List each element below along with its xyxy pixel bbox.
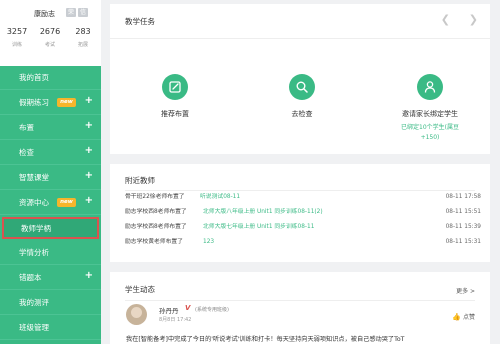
new-badge: new	[57, 198, 76, 207]
like-label: 点赞	[462, 314, 475, 321]
chevron-left-icon[interactable]: ❮	[441, 13, 450, 26]
plus-icon[interactable]: +	[85, 145, 93, 157]
menu-item-holiday-practice[interactable]: 假期练习 new +	[0, 91, 101, 115]
teacher-row: 骨干班22徐老师布置了 听说测试08-11 08-11 17:58	[125, 192, 481, 203]
menu-item-resource-center[interactable]: 资源中心 new +	[0, 191, 101, 215]
profile-card: 康励志 荣 信 3257 训练 2676 考试 283 拓展	[0, 0, 101, 62]
stat-exam[interactable]: 2676 考试	[33, 27, 67, 48]
user-name[interactable]: 康励志	[34, 9, 55, 19]
menu-item-label: 教师学柄	[21, 224, 51, 233]
plus-icon[interactable]: +	[85, 95, 93, 107]
stat-value: 2676	[39, 27, 61, 36]
timestamp: 08-11 15:39	[445, 224, 481, 230]
more-link[interactable]: 更多 >	[456, 286, 475, 295]
bind-status-line2: +150)	[420, 134, 440, 141]
avatar[interactable]	[126, 304, 147, 325]
divider	[125, 300, 475, 301]
assignment-link[interactable]: 听说测试08-11	[200, 192, 240, 203]
stat-value: 3257	[6, 27, 28, 36]
chevron-right-icon[interactable]: ❯	[469, 13, 478, 26]
menu-item-check[interactable]: 检查 +	[0, 141, 101, 165]
stat-label: 训练	[11, 42, 22, 48]
plus-icon[interactable]: +	[85, 170, 93, 182]
nearby-teachers-panel: 附近教师 骨干班22徐老师布置了 听说测试08-11 08-11 17:58 励…	[110, 164, 490, 262]
assignment-link[interactable]: 北师大版八年级上册 Unit1 同步训练08-11(2)	[203, 207, 323, 218]
assignment-link[interactable]: 北师大版七年级上册 Unit1 同步训练08-11	[203, 222, 314, 233]
stat-label: 拓展	[77, 42, 88, 48]
plus-icon[interactable]: +	[85, 120, 93, 132]
menu-item-home[interactable]: 我的首页	[0, 66, 101, 90]
panel-title: 附近教师	[125, 176, 155, 185]
menu-item-label: 学情分析	[19, 248, 49, 257]
stat-training[interactable]: 3257 训练	[0, 27, 34, 48]
task-label: 邀请家长绑定学生	[402, 110, 458, 118]
stat-extension[interactable]: 283 拓展	[66, 27, 100, 48]
teacher-action: 骨干班22徐老师布置了	[125, 194, 185, 200]
teacher-action: 励志学校黄老师布置了	[125, 239, 183, 245]
teacher-action: 励志学校西8老师布置了	[125, 209, 187, 215]
timestamp: 08-11 17:58	[445, 194, 481, 200]
person-icon[interactable]	[417, 74, 443, 100]
plus-icon[interactable]: +	[85, 270, 93, 282]
assignment-link[interactable]: 123	[203, 237, 214, 248]
student-dynamics-panel: 学生动态 更多 > 孙丹丹 V (系统专用班级) 8月8日 17:42 👍 点赞 …	[110, 272, 490, 344]
menu-item-label: 我的测评	[19, 298, 49, 307]
student-name[interactable]: 孙丹丹	[159, 305, 179, 315]
bind-status[interactable]: 已绑定10个学生(属豆 +150)	[380, 123, 480, 143]
divider	[110, 38, 490, 39]
menu-item-label: 错题本	[19, 273, 42, 282]
menu-item-class-management[interactable]: 班级管理	[0, 316, 101, 340]
menu-item-label: 资源中心	[19, 198, 49, 207]
menu-item-label: 班级管理	[19, 323, 49, 332]
teacher-row: 励志学校西8老师布置了 北师大版八年级上册 Unit1 同步训练08-11(2)…	[125, 207, 481, 218]
menu-item-label: 布置	[19, 123, 34, 132]
plus-icon[interactable]: +	[85, 195, 93, 207]
task-recommend-assign[interactable]: 推荐布置	[125, 74, 225, 119]
new-badge: new	[57, 98, 76, 107]
task-label: 推荐布置	[161, 110, 189, 118]
edit-icon[interactable]	[162, 74, 188, 100]
menu-item-label: 检查	[19, 148, 34, 157]
divider	[125, 190, 475, 191]
panel-title: 教学任务	[125, 17, 155, 26]
stat-label: 考试	[44, 42, 55, 48]
class-badge: (系统专用班级)	[195, 307, 229, 313]
timestamp: 08-11 15:51	[445, 209, 481, 215]
verified-icon: V	[185, 304, 191, 312]
menu-item-label: 智慧课堂	[19, 173, 49, 182]
side-menu: 我的首页 假期练习 new + 布置 + 检查 + 智慧课堂 + 资源中心 ne…	[0, 66, 101, 344]
timestamp: 08-11 15:31	[445, 239, 481, 245]
search-icon[interactable]	[289, 74, 315, 100]
menu-item-smart-classroom[interactable]: 智慧课堂 +	[0, 166, 101, 190]
teaching-tasks-panel: 教学任务 ❮ ❯ 推荐布置 去检查 邀请家长绑定学生 已绑定10个学生(属豆 +…	[110, 4, 490, 154]
stat-value: 283	[75, 27, 91, 36]
menu-item-label: 假期练习	[19, 98, 49, 107]
post-text: 我在[智能备考]中完成了今日的'听说考试'训练和打卡！每天坚持向天弱项知识点，被…	[126, 336, 405, 343]
post-date: 8月8日 17:42	[159, 317, 192, 323]
menu-item-mistake-book[interactable]: 错题本 +	[0, 266, 101, 290]
sidebar: 康励志 荣 信 3257 训练 2676 考试 283 拓展 我的首页 假期练习…	[0, 0, 101, 344]
task-label: 去检查	[291, 110, 313, 118]
teacher-row: 励志学校西8老师布置了 北师大版七年级上册 Unit1 同步训练08-11 08…	[125, 222, 481, 233]
task-go-check[interactable]: 去检查	[252, 74, 352, 119]
credit-badge: 信	[78, 8, 88, 17]
honor-badge: 荣	[66, 8, 76, 17]
menu-item-my-assessment[interactable]: 我的测评	[0, 291, 101, 315]
panel-title: 学生动态	[125, 285, 155, 294]
teacher-row: 励志学校黄老师布置了 123 08-11 15:31	[125, 237, 481, 248]
menu-item-teacher-studio[interactable]: 教师学柄	[2, 217, 99, 239]
bind-status-line1: 已绑定10个学生(属豆	[401, 124, 459, 131]
menu-item-learning-analysis[interactable]: 学情分析	[0, 241, 101, 265]
task-invite-parents[interactable]: 邀请家长绑定学生 已绑定10个学生(属豆 +150)	[380, 74, 480, 143]
menu-item-label: 我的首页	[19, 73, 49, 82]
menu-item-assign[interactable]: 布置 +	[0, 116, 101, 140]
like-button[interactable]: 👍 点赞	[452, 312, 475, 321]
teacher-action: 励志学校西8老师布置了	[125, 224, 187, 230]
thumbs-up-icon: 👍	[452, 313, 461, 321]
